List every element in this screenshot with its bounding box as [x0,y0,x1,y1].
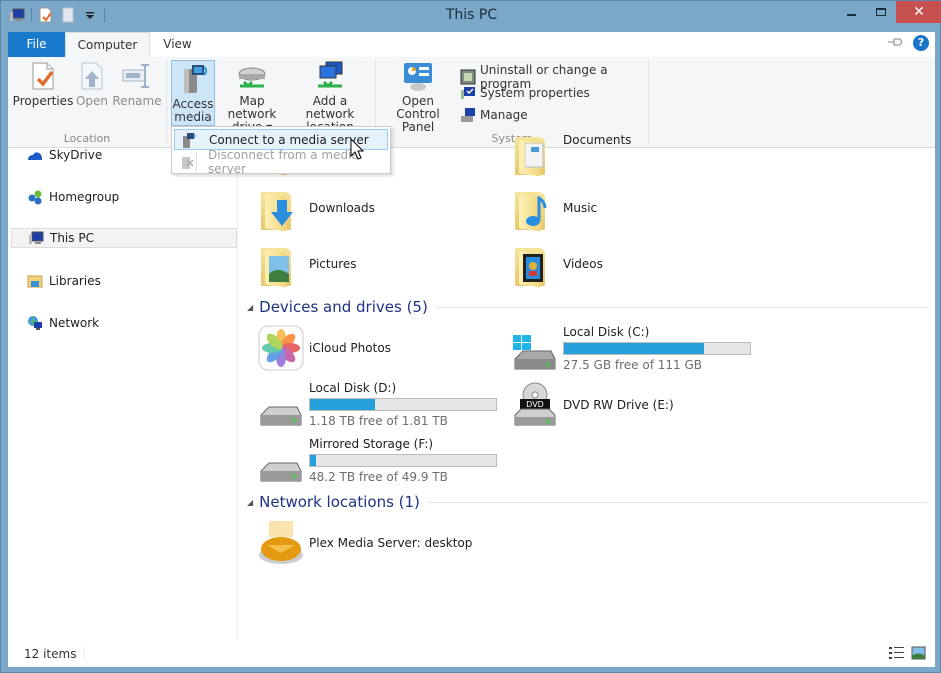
media-server-icon [180,132,196,148]
content-pane: Documents Downloads Music Pictures Video… [239,133,935,640]
network-drive-icon [236,60,268,92]
folder-music[interactable]: Music [511,184,597,232]
folder-downloads[interactable]: Downloads [257,184,375,232]
location-group: Properties Open Rename Location [8,57,166,148]
disconnect-media-icon [179,154,195,170]
drive-c[interactable]: Local Disk (C:) 27.5 GB free of 111 GB [511,325,771,375]
tab-file[interactable]: File [8,32,65,57]
dvd-drive-icon: DVD [511,381,559,429]
usage-fill [310,399,375,410]
collapse-triangle-icon[interactable]: ◢ [247,303,253,312]
open-icon [76,60,108,92]
folder-pictures[interactable]: Pictures [257,240,357,288]
tab-computer[interactable]: Computer [65,32,150,57]
main-content: SkyDrive Homegroup This PC Libraries Net… [8,133,935,640]
network-locations-section-header[interactable]: ◢ Network locations (1) [247,493,927,511]
documents-folder-icon [511,129,559,177]
title-bar: This PC ✕ [1,1,941,32]
minimize-button[interactable] [836,1,866,23]
tab-view[interactable]: View [150,32,205,57]
properties-button[interactable]: Properties [13,60,73,108]
drive-d[interactable]: Local Disk (D:) 1.18 TB free of 1.81 TB [257,381,517,431]
group-divider [648,60,649,144]
manage-icon [460,107,476,123]
pin-ribbon-icon[interactable] [887,36,905,51]
media-server-icon [257,519,305,567]
close-button[interactable]: ✕ [896,1,941,23]
help-icon[interactable]: ? [913,35,929,51]
nav-item-homegroup[interactable]: Homegroup [11,187,237,207]
ribbon-tabs: File Computer View ? [8,32,935,57]
downloads-folder-icon [257,184,305,232]
hard-drive-icon [257,447,305,487]
videos-folder-icon [511,240,559,288]
media-server-icon [177,63,209,95]
maximize-button[interactable] [866,1,896,23]
homegroup-icon [27,189,43,205]
ribbon: Properties Open Rename Location Access m… [8,57,935,148]
details-view-icon[interactable] [889,646,905,660]
nav-item-this-pc[interactable]: This PC [11,228,237,248]
nav-item-network[interactable]: Network [11,313,237,333]
library-icon [27,273,43,289]
status-divider [84,646,85,661]
manage-button[interactable]: Manage [460,107,528,123]
cloud-icon [27,147,43,163]
drive-c-usage-bar [563,342,751,355]
os-drive-icon [511,335,559,375]
nav-item-libraries[interactable]: Libraries [11,271,237,291]
network-icon [27,315,43,331]
open-button[interactable]: Open [72,60,112,108]
open-control-panel-button[interactable]: Open Control Panel [382,60,454,134]
item-count: 12 items [24,647,77,661]
drive-e[interactable]: DVD DVD RW Drive (E:) [511,380,674,430]
system-properties-button[interactable]: System properties [460,85,590,101]
window-title: This PC [445,7,498,23]
mouse-cursor-icon [350,137,365,163]
section-divider [427,501,927,503]
large-icons-view-icon[interactable] [911,646,927,660]
collapse-triangle-icon[interactable]: ◢ [247,498,253,507]
maximize-icon [876,8,886,16]
minimize-icon [846,14,856,16]
access-media-button[interactable]: Access media ▾ [171,60,215,137]
properties-icon [27,60,59,92]
system-properties-icon [460,85,476,101]
drive-f-usage-bar [309,454,497,467]
hard-drive-icon [257,391,305,431]
add-network-location-button[interactable]: Add a network location [289,60,371,134]
window-controls: ✕ [836,1,941,23]
dvd-badge: DVD [526,400,544,409]
icloud-photos-icon [257,324,305,372]
devices-section-header[interactable]: ◢ Devices and drives (5) [247,298,927,316]
rename-icon [121,60,153,92]
navigation-pane: SkyDrive Homegroup This PC Libraries Net… [8,148,238,640]
map-network-drive-button[interactable]: Map network drive ▾ [217,60,287,134]
folder-documents[interactable]: Documents [511,128,631,178]
drive-d-usage-bar [309,398,497,411]
computer-icon [28,230,44,246]
pictures-folder-icon [257,240,305,288]
music-folder-icon [511,184,559,232]
control-panel-icon [402,60,434,92]
usage-fill [564,343,704,354]
rename-button[interactable]: Rename [112,60,162,108]
section-divider [435,306,927,308]
drive-f[interactable]: Mirrored Storage (F:) 48.2 TB free of 49… [257,437,517,487]
network-location-icon [314,60,346,92]
usage-fill [310,455,317,466]
network-location-plex[interactable]: Plex Media Server: desktop [257,519,472,567]
programs-icon [460,69,476,85]
device-icloud-photos[interactable]: iCloud Photos [257,324,391,372]
status-bar: 12 items [8,640,935,667]
location-group-label: Location [63,132,111,145]
explorer-window: This PC ✕ File Computer View ? Propertie… [0,0,941,673]
folder-videos[interactable]: Videos [511,240,603,288]
